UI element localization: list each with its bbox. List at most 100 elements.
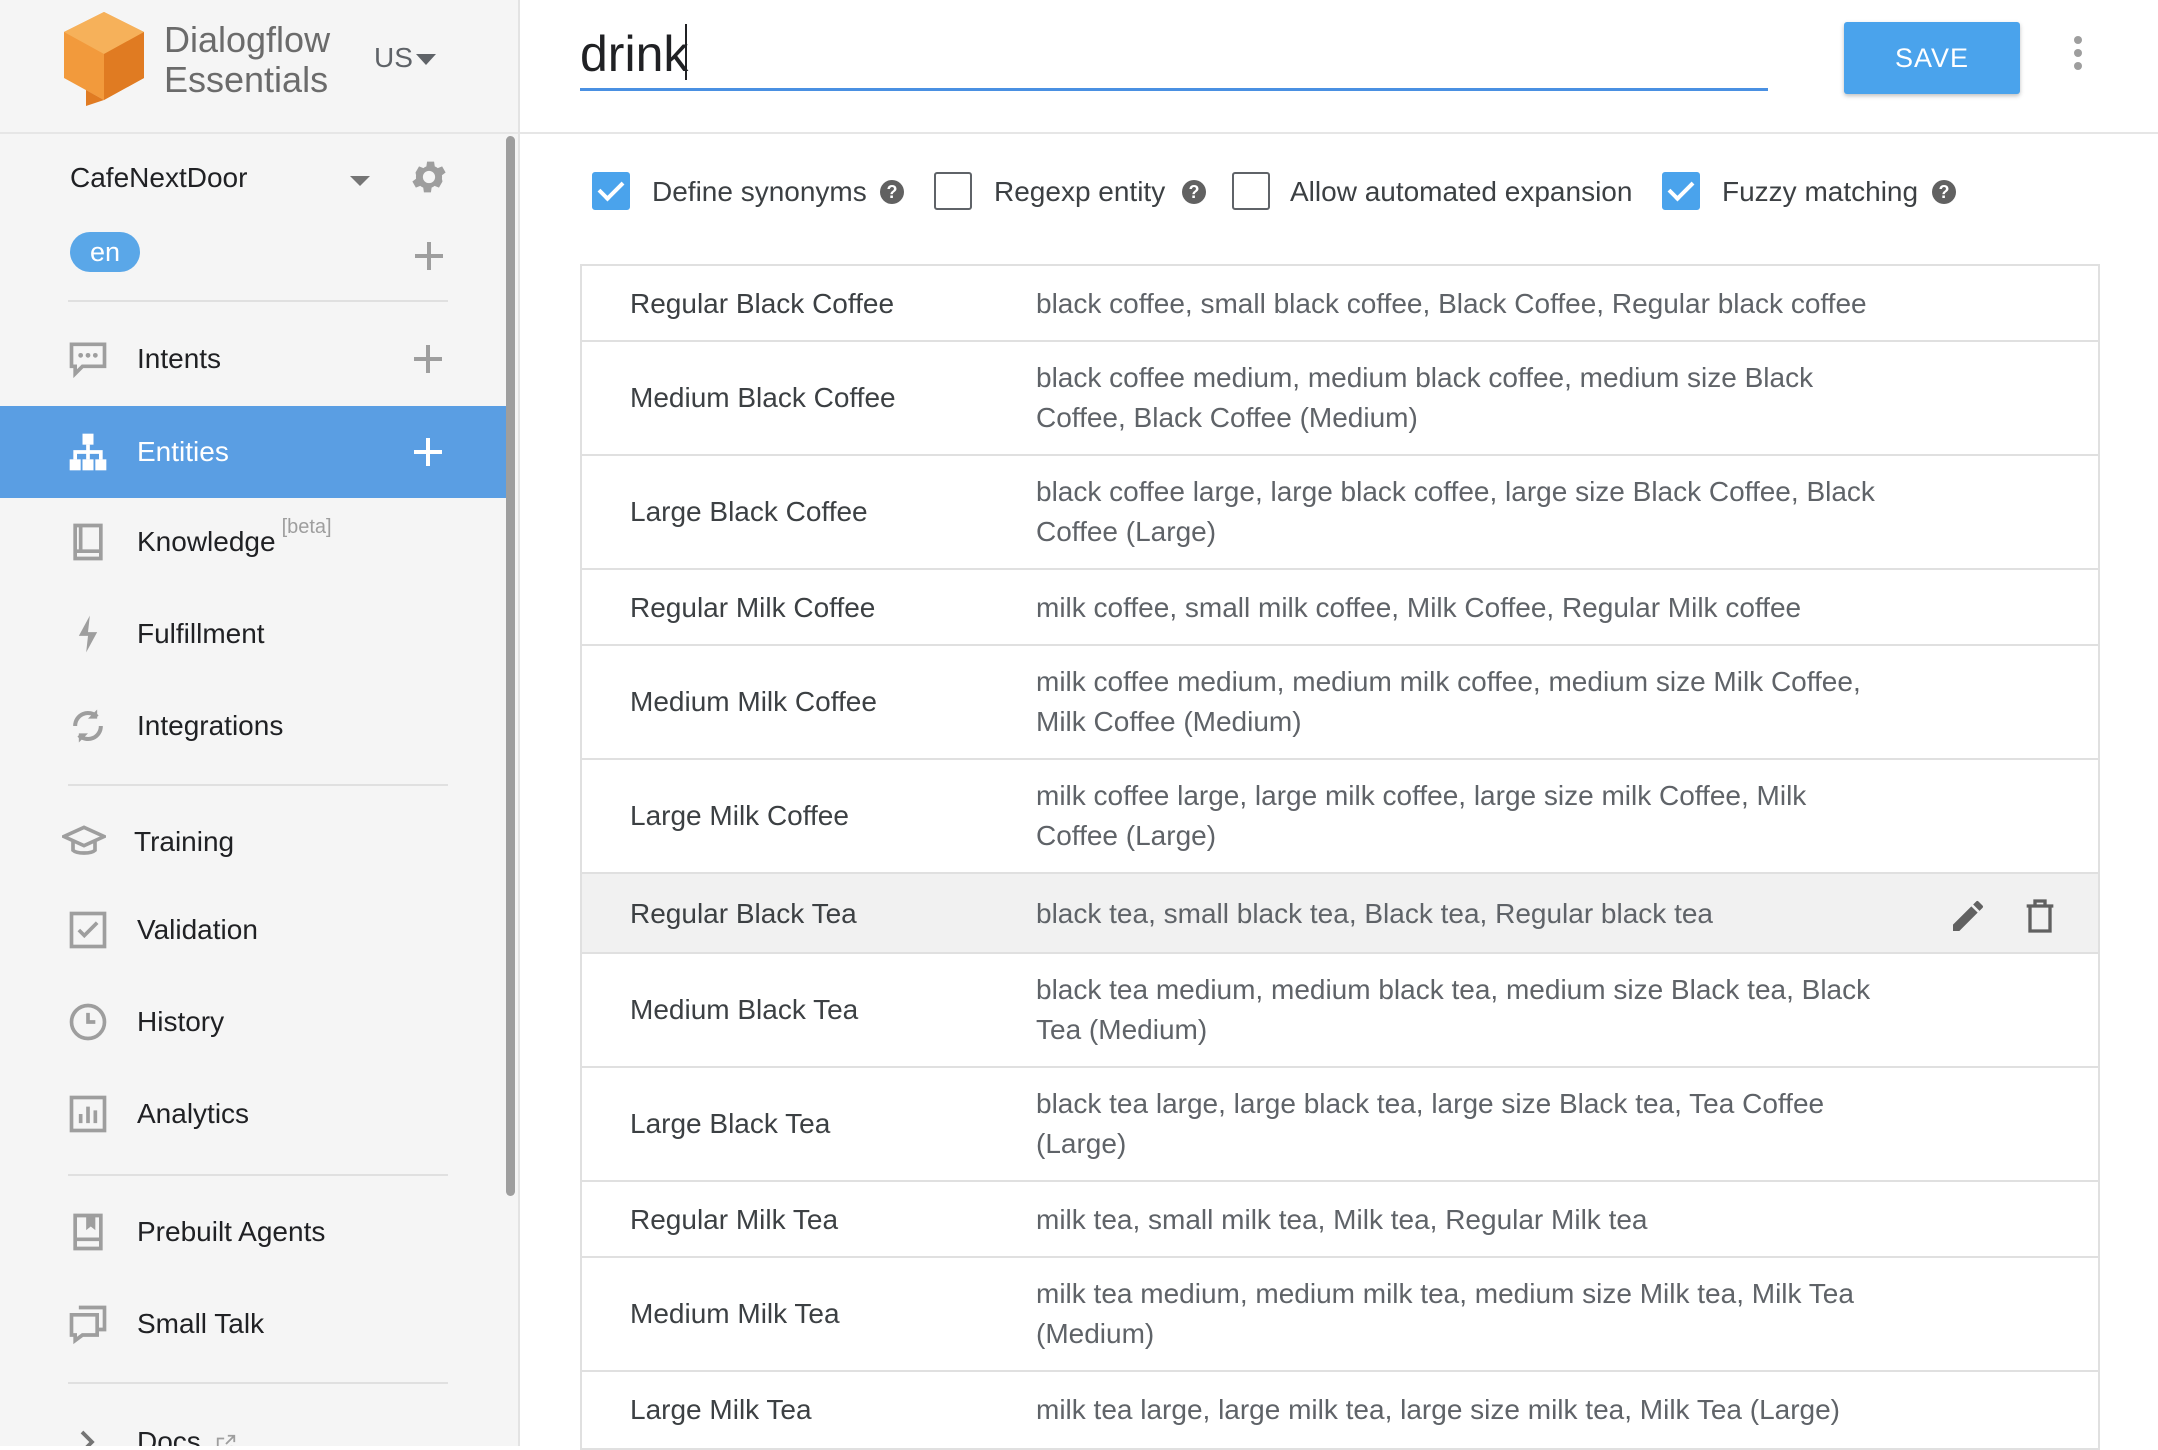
external-link-icon [216, 1434, 235, 1446]
entity-name-input[interactable] [580, 20, 1770, 88]
chat-bubble-icon [69, 342, 107, 379]
sidebar-item-label: Validation [137, 914, 258, 945]
sidebar-item-analytics[interactable]: Analytics [0, 1070, 508, 1158]
text-cursor [685, 24, 687, 80]
divider [68, 1174, 448, 1176]
synonyms-value[interactable]: black tea, small black tea, Black tea, R… [1036, 894, 1896, 934]
synonyms-value[interactable]: milk tea large, large milk tea, large si… [1036, 1390, 1896, 1430]
add-entity-icon[interactable] [412, 436, 444, 468]
synonyms-value[interactable]: milk coffee, small milk coffee, Milk Cof… [1036, 588, 1896, 628]
reference-value[interactable]: Large Milk Tea [630, 1394, 812, 1426]
save-button[interactable]: SAVE [1844, 22, 2020, 94]
table-row[interactable]: Large Milk Coffee milk coffee large, lar… [582, 760, 2098, 874]
sidebar-item-label: Analytics [137, 1098, 250, 1129]
option-label: Define synonyms [652, 176, 867, 207]
help-icon[interactable]: ? [1932, 180, 1956, 204]
docs-label: Docs [137, 1426, 201, 1446]
sidebar-item-small-talk[interactable]: Small Talk [0, 1280, 508, 1368]
help-icon[interactable]: ? [1182, 180, 1206, 204]
sidebar-item-training[interactable]: Training [0, 798, 508, 886]
sync-icon [73, 709, 103, 743]
synonyms-value[interactable]: milk tea medium, medium milk tea, medium… [1036, 1274, 1896, 1354]
table-row[interactable]: Medium Black Tea black tea medium, mediu… [582, 954, 2098, 1068]
table-row[interactable]: Medium Milk Coffee milk coffee medium, m… [582, 646, 2098, 760]
sidebar-item-history[interactable]: History [0, 978, 508, 1066]
sidebar-item-integrations[interactable]: Integrations [0, 682, 508, 770]
more-options-icon[interactable] [2068, 36, 2088, 76]
reference-value[interactable]: Medium Milk Tea [630, 1298, 840, 1330]
reference-value[interactable]: Regular Milk Coffee [630, 592, 875, 624]
regexp-entity-checkbox[interactable] [934, 172, 972, 210]
table-row[interactable]: Regular Black Tea black tea, small black… [582, 874, 2098, 954]
gear-icon[interactable] [408, 156, 450, 198]
reference-value[interactable]: Medium Black Coffee [630, 382, 896, 414]
synonyms-value[interactable]: black coffee, small black coffee, Black … [1036, 284, 1896, 324]
header-divider [0, 132, 518, 134]
synonyms-value[interactable]: black tea medium, medium black tea, medi… [1036, 970, 1896, 1050]
synonyms-value[interactable]: milk coffee medium, medium milk coffee, … [1036, 662, 1896, 742]
reference-value[interactable]: Medium Milk Coffee [630, 686, 877, 718]
table-row[interactable]: Medium Black Coffee black coffee medium,… [582, 342, 2098, 456]
add-intent-icon[interactable] [414, 345, 442, 373]
brand-line-1: Dialogflow [164, 19, 331, 60]
table-row[interactable]: Regular Black Coffee black coffee, small… [582, 266, 2098, 342]
sidebar-item-docs[interactable]: Docs [0, 1398, 508, 1446]
hierarchy-icon [69, 433, 107, 471]
option-label: Regexp entity [994, 176, 1166, 207]
synonyms-value[interactable]: black coffee medium, medium black coffee… [1036, 358, 1896, 438]
sidebar-item-prebuilt-agents[interactable]: Prebuilt Agents [0, 1188, 508, 1276]
table-row[interactable]: Large Milk Tea milk tea large, large mil… [582, 1372, 2098, 1450]
reference-value[interactable]: Regular Black Coffee [630, 288, 894, 320]
table-row[interactable]: Medium Milk Tea milk tea medium, medium … [582, 1258, 2098, 1372]
sidebar-item-entities[interactable]: Entities [0, 406, 508, 498]
chat-square-icon [69, 1305, 107, 1345]
entity-name-underline [580, 88, 1768, 91]
region-dropdown-icon[interactable] [416, 54, 436, 65]
help-icon[interactable]: ? [880, 180, 904, 204]
checkbox-icon [69, 911, 107, 949]
reference-value[interactable]: Regular Black Tea [630, 898, 857, 930]
delete-trash-icon[interactable] [2020, 896, 2060, 936]
reference-value[interactable]: Large Black Coffee [630, 496, 868, 528]
automated-expansion-checkbox[interactable] [1232, 172, 1270, 210]
reference-value[interactable]: Large Milk Coffee [630, 800, 849, 832]
reference-value[interactable]: Medium Black Tea [630, 994, 858, 1026]
sidebar-item-label: Intents [137, 343, 222, 374]
table-row[interactable]: Regular Milk Coffee milk coffee, small m… [582, 570, 2098, 646]
agent-name[interactable]: CafeNextDoor [70, 162, 247, 194]
chevron-right-icon [80, 1430, 95, 1446]
sidebar-item-validation[interactable]: Validation [0, 886, 508, 974]
sidebar-item-knowledge[interactable]: Knowledge [beta] [0, 498, 508, 586]
sidebar-item-label: Entities [137, 436, 229, 467]
sidebar-item-intents[interactable]: Intents [0, 315, 508, 403]
synonyms-value[interactable]: milk coffee large, large milk coffee, la… [1036, 776, 1896, 856]
table-row[interactable]: Large Black Coffee black coffee large, l… [582, 456, 2098, 570]
sidebar-item-label: History [137, 1006, 225, 1037]
edit-pencil-icon[interactable] [1948, 896, 1988, 936]
dialogflow-logo-icon[interactable] [64, 12, 144, 106]
synonyms-value[interactable]: black coffee large, large black coffee, … [1036, 472, 1896, 552]
brand-line-2: Essentials [164, 59, 329, 100]
add-language-icon[interactable] [415, 242, 443, 270]
agent-dropdown-icon[interactable] [350, 176, 370, 186]
option-label: Allow automated expansion [1290, 176, 1633, 207]
reference-value[interactable]: Regular Milk Tea [630, 1204, 838, 1236]
table-row[interactable]: Regular Milk Tea milk tea, small milk te… [582, 1182, 2098, 1258]
sidebar-item-fulfillment[interactable]: Fulfillment [0, 590, 508, 678]
divider [68, 300, 448, 302]
define-synonyms-checkbox[interactable] [592, 172, 630, 210]
sidebar-item-label: Prebuilt Agents [137, 1216, 326, 1247]
synonyms-value[interactable]: milk tea, small milk tea, Milk tea, Regu… [1036, 1200, 1896, 1240]
reference-value[interactable]: Large Black Tea [630, 1108, 830, 1140]
sidebar-item-label: Integrations [137, 710, 284, 741]
lightning-icon [78, 615, 98, 653]
fuzzy-matching-checkbox[interactable] [1662, 172, 1700, 210]
sidebar-item-label: Small Talk [137, 1308, 265, 1339]
region-selector[interactable]: US [374, 42, 413, 74]
language-badge[interactable]: en [70, 232, 141, 272]
sidebar-scrollbar[interactable] [506, 136, 515, 1196]
entity-entries-table: Regular Black Coffee black coffee, small… [580, 264, 2100, 1450]
sidebar-item-label: Training [134, 826, 235, 857]
synonyms-value[interactable]: black tea large, large black tea, large … [1036, 1084, 1896, 1164]
table-row[interactable]: Large Black Tea black tea large, large b… [582, 1068, 2098, 1182]
